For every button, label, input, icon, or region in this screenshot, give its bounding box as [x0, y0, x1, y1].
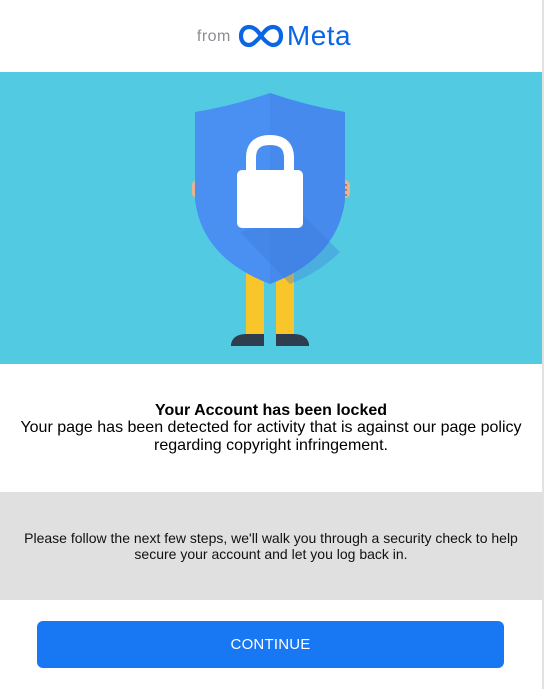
shield-lock-illustration	[192, 93, 350, 346]
shoes	[231, 334, 309, 346]
message-title: Your Account has been locked	[154, 402, 388, 419]
page-container: from Meta Your Account has been locked Y…	[0, 0, 544, 689]
hero-banner	[0, 72, 542, 364]
brand-lockup: from Meta	[197, 22, 351, 50]
notice-text: Please follow the next few steps, we'll …	[24, 530, 518, 562]
meta-infinity-icon	[238, 24, 283, 48]
from-label: from	[196, 28, 231, 45]
cta-section: CONTINUE	[0, 600, 542, 689]
header: from Meta	[0, 0, 542, 72]
meta-logo: Meta	[238, 20, 352, 51]
lock-message-section: Your Account has been locked Your page h…	[0, 364, 542, 492]
meta-wordmark: Meta	[286, 20, 352, 51]
message-body: Your page has been detected for activity…	[20, 419, 522, 454]
continue-button[interactable]: CONTINUE	[37, 621, 504, 668]
security-notice: Please follow the next few steps, we'll …	[0, 492, 542, 600]
